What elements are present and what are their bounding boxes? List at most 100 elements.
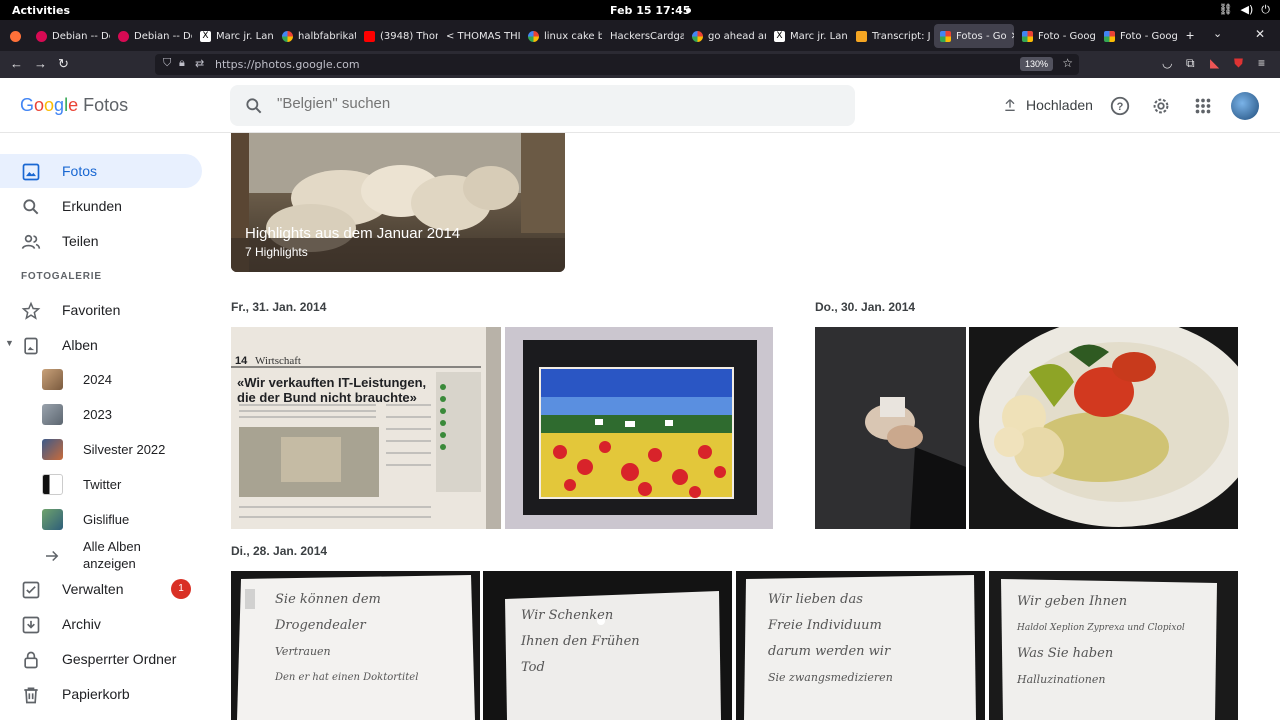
note-line: darum werden wir (768, 644, 891, 659)
album-thumbnail (42, 509, 63, 530)
tab[interactable]: < THOMAS THI (440, 24, 520, 48)
all-albums-link[interactable]: Alle Alben anzeigen (0, 538, 202, 574)
account-avatar[interactable] (1231, 92, 1259, 120)
tab[interactable]: go ahead an (686, 24, 766, 48)
permissions-icon[interactable]: ⇄ (195, 57, 204, 70)
x-icon: X (200, 30, 211, 42)
note-text: Sie können dem Drogendealer Vertrauen De… (275, 587, 418, 691)
firefox-menu-icon[interactable] (4, 24, 26, 48)
photo-hands[interactable] (815, 327, 966, 529)
photo-note[interactable]: Wir geben Ihnen Haldol Xeplion Zyprexa u… (989, 571, 1238, 720)
new-tab-button[interactable]: + (1186, 27, 1194, 43)
tab[interactable]: Foto - Goog (1098, 24, 1178, 48)
sidebar-item-label: Fotos (62, 163, 98, 179)
help-icon[interactable]: ? (1109, 95, 1131, 117)
url-bar[interactable]: ⛉ 🔒︎ ⇄ https://photos.google.com 130% ☆ (155, 54, 1079, 75)
tab[interactable]: halbfabrikat (276, 24, 356, 48)
apps-grid-icon[interactable] (1192, 95, 1214, 117)
note-line: Haldol Xeplion Zyprexa und Clopixol (1017, 623, 1185, 633)
reload-icon[interactable]: ↻ (58, 56, 69, 72)
tab-list-chevron-icon[interactable]: ⌄ (1213, 27, 1222, 40)
network-icon[interactable]: ⛓ (1219, 3, 1233, 17)
activities-button[interactable]: Activities (12, 4, 70, 17)
clock[interactable]: Feb 15 17:45 (610, 4, 690, 17)
search-icon[interactable] (244, 96, 264, 116)
notification-dot (686, 8, 691, 13)
highlight-card[interactable]: Highlights aus dem Januar 2014 7 Highlig… (231, 133, 565, 272)
power-icon[interactable]: ⏻ (1261, 3, 1270, 17)
album-item-silvester-2022[interactable]: Silvester 2022 (0, 435, 202, 465)
extension-icon[interactable]: ◣ (1210, 56, 1219, 70)
note-line: Vertrauen (275, 645, 331, 658)
sidebar-item-label: Favoriten (62, 302, 121, 318)
back-arrow-icon[interactable]: ← (10, 56, 23, 71)
tab[interactable]: Foto - Goog (1016, 24, 1096, 48)
sidebar-item-alben[interactable]: ▼ Alben (0, 328, 202, 362)
sidebar-item-fotos[interactable]: Fotos (0, 154, 202, 188)
album-item-2023[interactable]: 2023 (0, 400, 202, 430)
extensions-icon[interactable]: ⧉ (1186, 56, 1195, 71)
album-item-2024[interactable]: 2024 (0, 365, 202, 395)
photo-note[interactable]: Wir Schenken Ihnen den Frühen Tod (483, 571, 732, 720)
tab[interactable]: Debian -- De (30, 24, 110, 48)
sidebar-item-erkunden[interactable]: Erkunden (0, 189, 202, 223)
search-box[interactable] (230, 85, 855, 126)
photo-note[interactable]: Sie können dem Drogendealer Vertrauen De… (231, 571, 480, 720)
album-item-twitter[interactable]: Twitter (0, 470, 202, 500)
forward-arrow-icon[interactable]: → (34, 56, 47, 71)
ublock-icon[interactable]: ⛊ (1234, 56, 1243, 71)
sidebar-item-label: Archiv (62, 616, 101, 632)
sidebar-item-gesperrter-ordner[interactable]: Gesperrter Ordner (0, 642, 202, 676)
sidebar-item-archiv[interactable]: Archiv (0, 607, 202, 641)
tab[interactable]: HackersCardga (604, 24, 684, 48)
tab[interactable]: (3948) Thom (358, 24, 438, 48)
google-icon (692, 30, 703, 42)
highlight-subtitle: 7 Highlights (245, 245, 308, 259)
search-input[interactable] (277, 95, 827, 112)
upload-button[interactable]: Hochladen (1002, 97, 1093, 113)
sidebar-item-teilen[interactable]: Teilen (0, 224, 202, 258)
google-photos-icon (940, 30, 951, 42)
tab[interactable]: Debian -- De (112, 24, 192, 48)
tab-active[interactable]: Fotos - Go ✕ (934, 24, 1014, 48)
bookmark-star-icon[interactable]: ☆ (1062, 56, 1073, 70)
tab[interactable]: linux cake bi (522, 24, 602, 48)
shield-icon[interactable]: ⛉ (163, 57, 171, 70)
upload-label: Hochladen (1026, 97, 1093, 113)
photo-note[interactable]: Wir lieben das Freie Individuum darum we… (736, 571, 985, 720)
tab[interactable]: X Marc jr. Lan (768, 24, 848, 48)
menu-icon[interactable]: ≡ (1258, 56, 1265, 70)
tab[interactable]: X Marc jr. Lan (194, 24, 274, 48)
caret-down-icon[interactable]: ▼ (5, 338, 14, 348)
note-line: Wir Schenken (521, 608, 614, 623)
album-thumbnail (42, 404, 63, 425)
pocket-icon[interactable]: ◡ (1162, 56, 1172, 70)
photo-newspaper[interactable]: 14 Wirtschaft «Wir verkauften IT-Leistun… (231, 327, 501, 529)
google-photos-logo[interactable]: Google Fotos (20, 95, 128, 116)
trash-icon (24, 687, 38, 704)
sidebar-item-papierkorb[interactable]: Papierkorb (0, 677, 202, 711)
logo-letter: g (54, 95, 65, 115)
note-line: Halluzinationen (1017, 673, 1106, 686)
sidebar-item-verwalten[interactable]: Verwalten 1 (0, 572, 202, 606)
tab-label: Transcript: J (872, 30, 930, 42)
window-close-icon[interactable]: ✕ (1255, 27, 1265, 41)
system-tray[interactable]: ⛓ ◀) ⏻ (1219, 3, 1270, 17)
photo-plate[interactable] (969, 327, 1238, 529)
photo-grid: Highlights aus dem Januar 2014 7 Highlig… (215, 133, 1280, 720)
zoom-indicator[interactable]: 130% (1019, 57, 1053, 71)
photo-painting[interactable] (505, 327, 773, 529)
note-line: Den er hat einen Doktortitel (275, 672, 419, 683)
tab-label: HackersCardga (610, 30, 684, 42)
settings-gear-icon[interactable] (1150, 95, 1172, 117)
app-header: GoogleFotos Hochladen ? (0, 78, 1280, 133)
lock-icon[interactable]: 🔒︎ (179, 57, 185, 70)
volume-icon[interactable]: ◀) (1241, 3, 1254, 17)
url-text[interactable]: https://photos.google.com (215, 58, 360, 71)
tab[interactable]: Transcript: J (850, 24, 930, 48)
close-tab-icon[interactable]: ✕ (1011, 31, 1014, 42)
archive-icon (22, 616, 40, 634)
album-item-gisliflue[interactable]: Gisliflue (0, 505, 202, 535)
sidebar-item-favoriten[interactable]: Favoriten (0, 293, 202, 327)
logo-letter: o (44, 95, 55, 115)
